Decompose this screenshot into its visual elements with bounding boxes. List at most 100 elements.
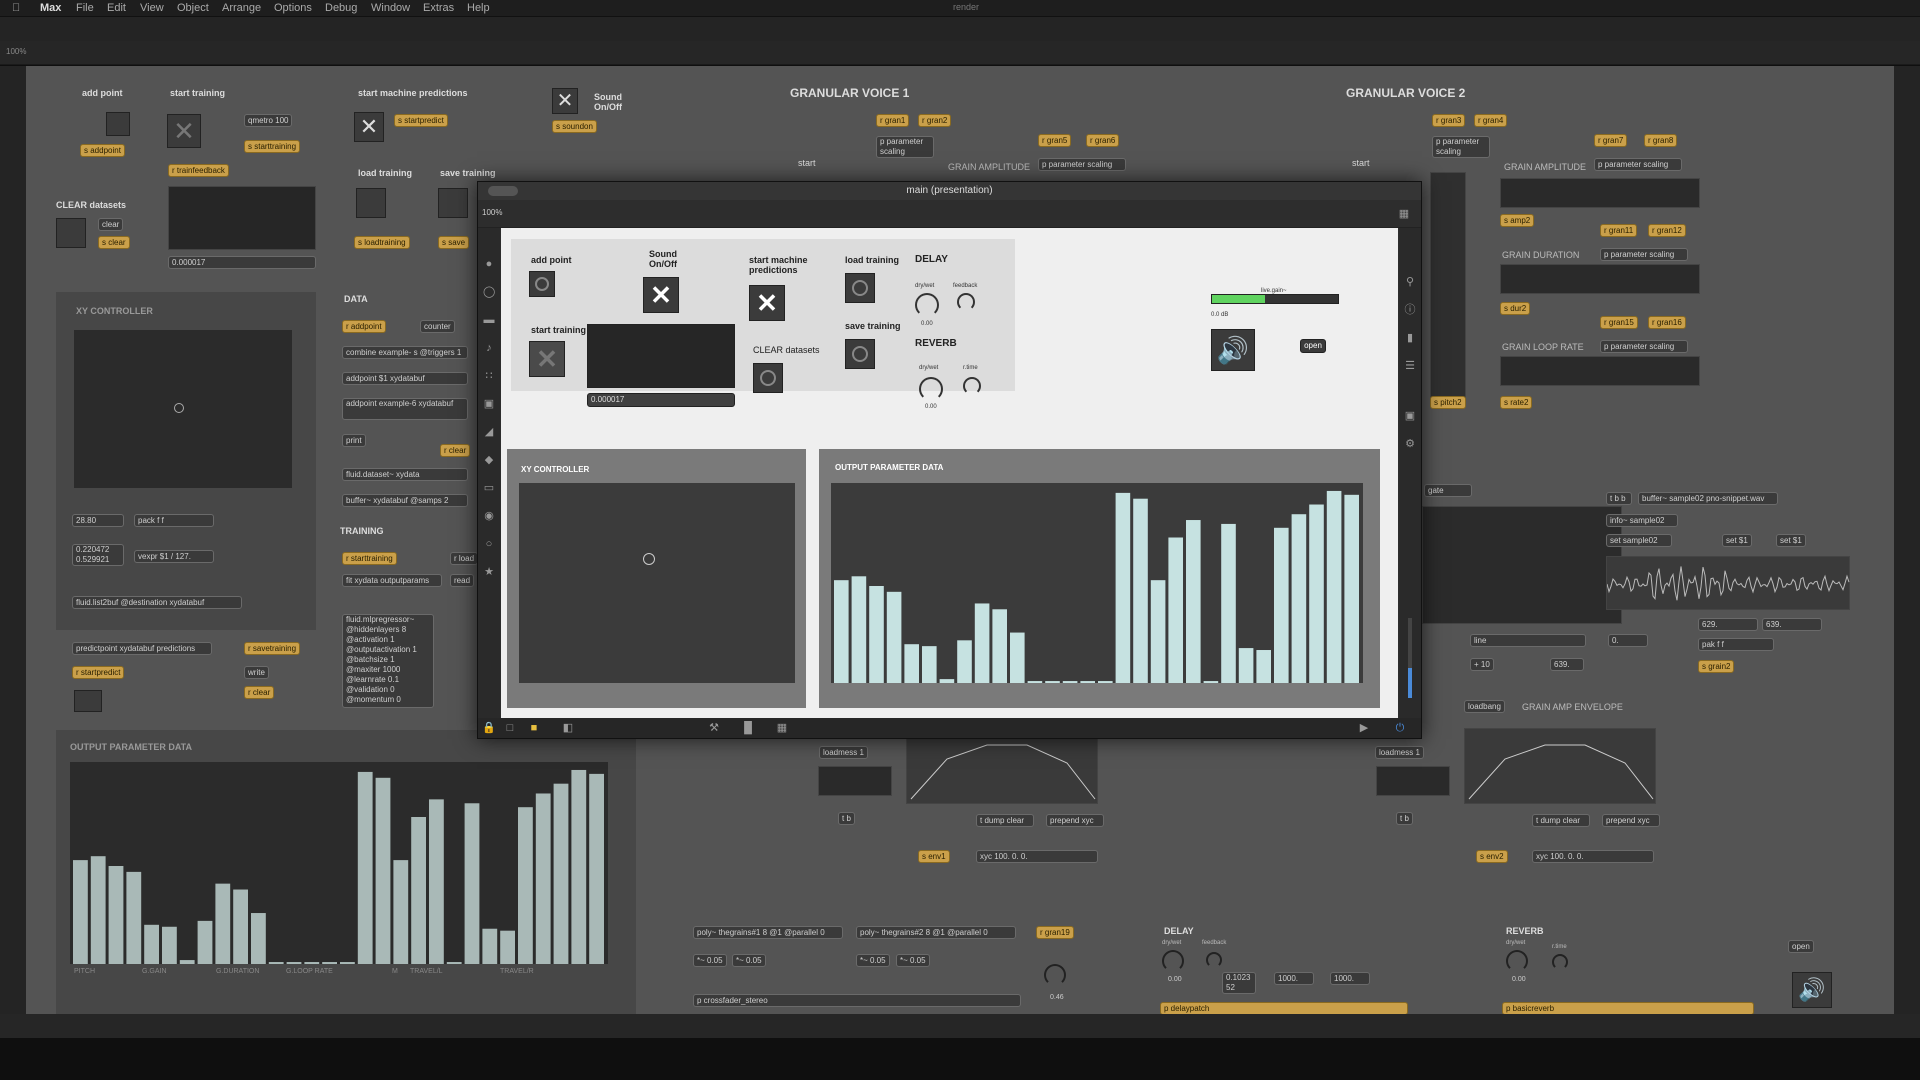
- bar[interactable]: [375, 777, 391, 964]
- obj-loadbang[interactable]: loadbang: [1464, 700, 1505, 713]
- menu-view[interactable]: View: [140, 2, 164, 14]
- menu-edit[interactable]: Edit: [107, 2, 126, 14]
- obj-gate[interactable]: gate: [1424, 484, 1472, 497]
- obj-r-addpoint[interactable]: r addpoint: [342, 320, 386, 333]
- delay-feedback-dial[interactable]: [957, 293, 975, 311]
- bar[interactable]: [1203, 681, 1219, 683]
- obj-fit[interactable]: fit xydata outputparams: [342, 574, 442, 587]
- bar[interactable]: [393, 860, 409, 964]
- bar[interactable]: [1027, 681, 1043, 683]
- menu-debug[interactable]: Debug: [325, 2, 357, 14]
- bar[interactable]: [90, 856, 106, 964]
- menu-window[interactable]: Window: [371, 2, 410, 14]
- clear-datasets-button[interactable]: [753, 363, 783, 393]
- palette-slider-icon[interactable]: ▬: [483, 314, 495, 326]
- bar[interactable]: [834, 580, 849, 683]
- bg-delay-feedback-dial[interactable]: [1206, 952, 1222, 968]
- window-zoom[interactable]: 100%: [482, 208, 502, 217]
- bar[interactable]: [1010, 632, 1025, 683]
- mixer-icon[interactable]: ⚙: [1404, 438, 1416, 450]
- load-training-button[interactable]: [845, 273, 875, 303]
- volume-meter[interactable]: [1408, 618, 1412, 698]
- menu-arrange[interactable]: Arrange: [222, 2, 261, 14]
- obj-n1000a[interactable]: 1000.: [1274, 972, 1314, 985]
- obj-r-gran6[interactable]: r gran6: [1086, 134, 1120, 147]
- comment-icon[interactable]: ■: [528, 722, 540, 734]
- bar[interactable]: [589, 773, 604, 964]
- bar[interactable]: [1238, 648, 1254, 683]
- grid-icon[interactable]: ▦: [1398, 208, 1410, 220]
- book-icon[interactable]: ▮: [1404, 332, 1416, 344]
- obj-r-gran1[interactable]: r gran1: [876, 114, 910, 127]
- bar[interactable]: [1168, 537, 1183, 684]
- obj-counter[interactable]: counter: [420, 320, 455, 333]
- window-traffic-lights[interactable]: [488, 186, 518, 196]
- obj-prepend-xyc2[interactable]: prepend xyc: [1602, 814, 1660, 827]
- bg-reverb-rtime-dial[interactable]: [1552, 954, 1568, 970]
- obj-s-addpoint[interactable]: s addpoint: [80, 144, 125, 157]
- obj-n1000b[interactable]: 1000.: [1330, 972, 1370, 985]
- bar[interactable]: [73, 860, 88, 964]
- bar[interactable]: [571, 769, 587, 964]
- obj-r-gran4[interactable]: r gran4: [1474, 114, 1508, 127]
- obj-open[interactable]: open: [1788, 940, 1814, 953]
- bg-sound-toggle[interactable]: ✕: [552, 88, 578, 114]
- bg-predict-button[interactable]: [74, 690, 102, 712]
- bar[interactable]: [922, 646, 937, 683]
- bg-multislider[interactable]: [70, 762, 608, 964]
- bar[interactable]: [974, 603, 990, 683]
- bar[interactable]: [500, 930, 515, 964]
- obj-r-gran11[interactable]: r gran11: [1600, 224, 1638, 237]
- obj-tb1[interactable]: t b: [838, 812, 855, 825]
- bg-clear-button[interactable]: [56, 218, 86, 248]
- obj-clear[interactable]: clear: [98, 218, 124, 231]
- obj-r-gran16[interactable]: r gran16: [1648, 316, 1686, 329]
- bar[interactable]: [1115, 492, 1131, 683]
- bg-delay-drywet-dial[interactable]: [1162, 950, 1184, 972]
- obj-set-sample[interactable]: set sample02: [1606, 534, 1672, 547]
- bar[interactable]: [957, 640, 972, 683]
- obj-r-load[interactable]: r load: [450, 552, 479, 565]
- delay-drywet-dial[interactable]: [915, 293, 939, 317]
- obj-crossfader[interactable]: p crossfader_stereo: [693, 994, 1021, 1007]
- bar[interactable]: [215, 883, 231, 964]
- menu-object[interactable]: Object: [177, 2, 209, 14]
- bar[interactable]: [233, 889, 248, 964]
- bar[interactable]: [357, 771, 373, 964]
- palette-node-icon[interactable]: ∷: [483, 370, 495, 382]
- obj-set1b[interactable]: set $1: [1776, 534, 1806, 547]
- bar[interactable]: [126, 871, 142, 964]
- obj-plus10[interactable]: + 10: [1470, 658, 1494, 671]
- camera-icon[interactable]: ▣: [1404, 410, 1416, 422]
- obj-predict[interactable]: predictpoint xydatabuf predictions: [72, 642, 212, 655]
- obj-mlpregressor[interactable]: fluid.mlpregressor~ @hiddenlayers 8 @act…: [342, 614, 434, 708]
- output-multislider[interactable]: [831, 483, 1363, 683]
- obj-val-b[interactable]: 0.1023 52: [1222, 972, 1256, 994]
- bg-save-button[interactable]: [438, 188, 468, 218]
- bar[interactable]: [553, 783, 569, 964]
- obj-p-param2[interactable]: p parameter scaling: [1038, 158, 1126, 171]
- info-icon[interactable]: ⓘ: [1404, 304, 1416, 316]
- xy-pad[interactable]: [519, 483, 795, 683]
- bar[interactable]: [851, 576, 867, 683]
- obj-p-param4[interactable]: p parameter scaling: [1594, 158, 1682, 171]
- palette-circle-icon[interactable]: ○: [483, 538, 495, 550]
- training-number-box[interactable]: 0.000017: [587, 393, 735, 407]
- obj-r-gran7[interactable]: r gran7: [1594, 134, 1628, 147]
- obj-r-trainfeedback[interactable]: r trainfeedback: [168, 164, 229, 177]
- bg-reverb-drywet-dial[interactable]: [1506, 950, 1528, 972]
- bar[interactable]: [1045, 681, 1060, 683]
- bar[interactable]: [1221, 523, 1236, 683]
- palette-star-icon[interactable]: ★: [483, 566, 495, 578]
- bar[interactable]: [179, 960, 195, 964]
- search-icon[interactable]: ⚲: [1404, 276, 1416, 288]
- obj-r-gran19[interactable]: r gran19: [1036, 926, 1074, 939]
- start-training-toggle[interactable]: ✕: [529, 341, 565, 377]
- obj-xy-num1[interactable]: 28.80: [72, 514, 124, 527]
- play-icon[interactable]: ▶: [1358, 722, 1370, 734]
- bar[interactable]: [1309, 504, 1324, 683]
- obj-line[interactable]: line: [1470, 634, 1586, 647]
- menu-max[interactable]: Max: [40, 2, 61, 14]
- bar[interactable]: [251, 913, 266, 964]
- columns-icon[interactable]: █: [742, 722, 754, 734]
